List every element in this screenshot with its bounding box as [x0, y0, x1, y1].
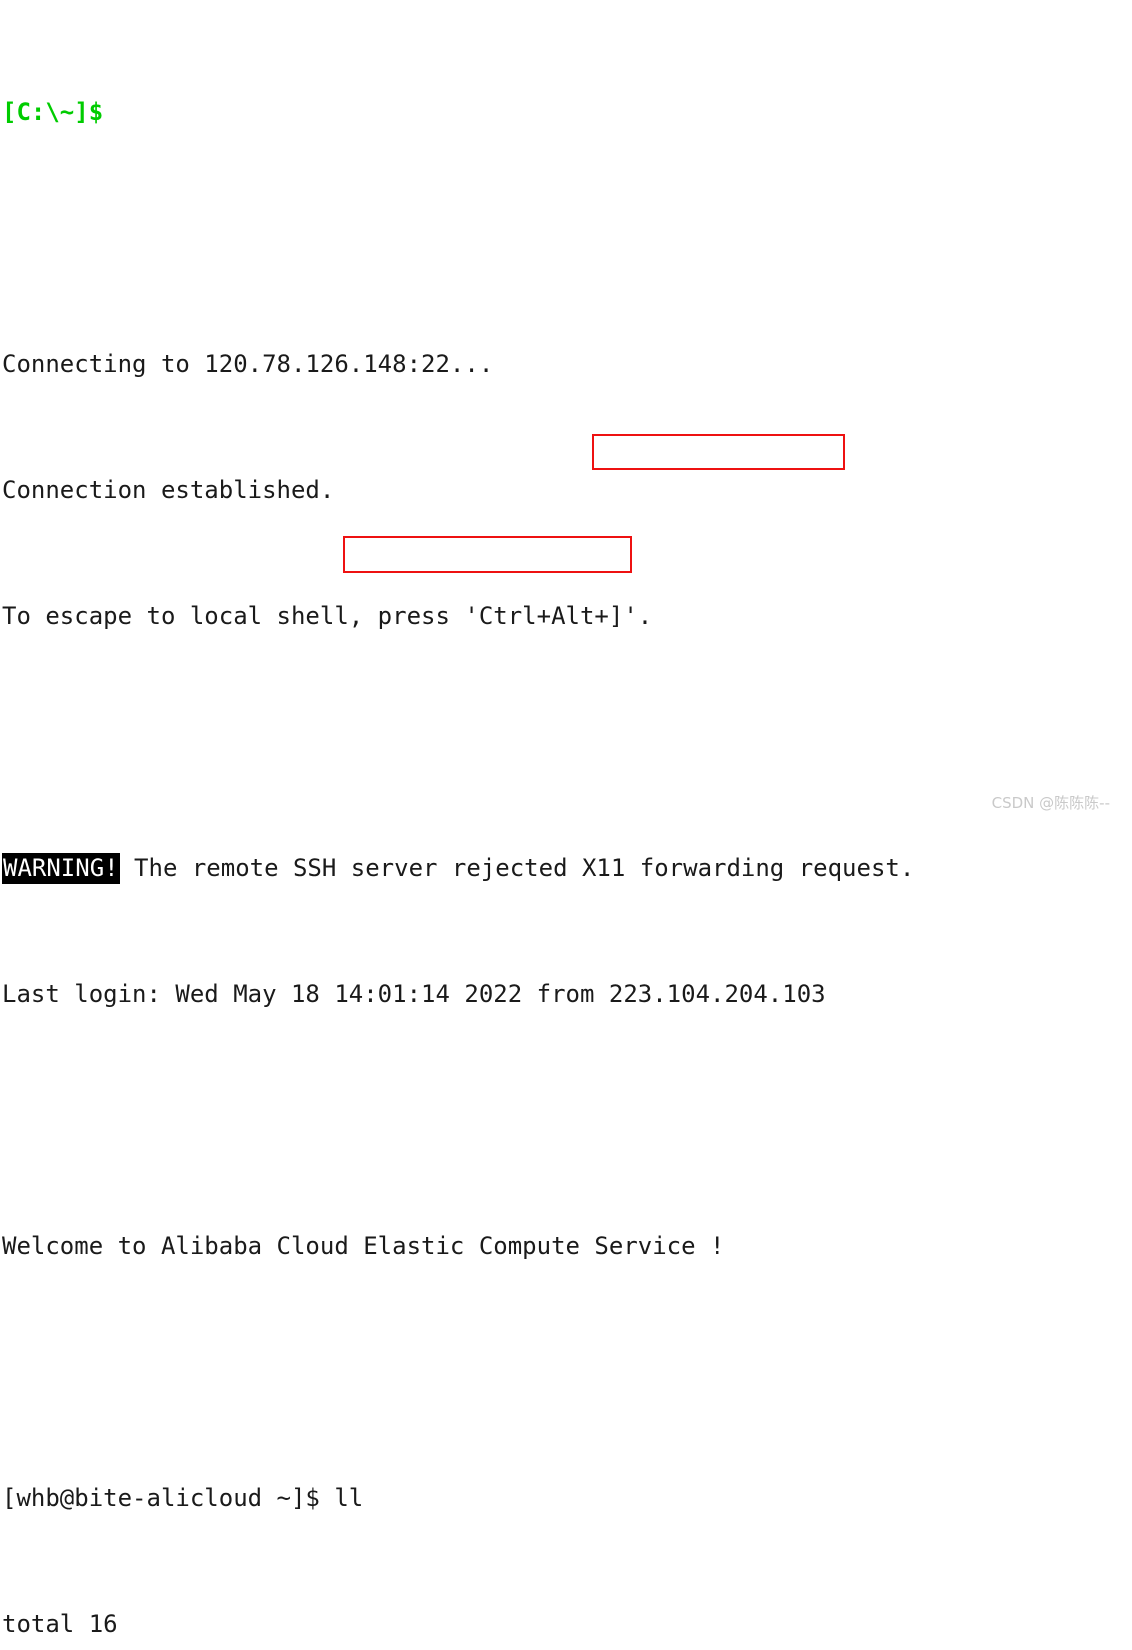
- shell-prompt-ll: [whb@bite-alicloud ~]$: [2, 1483, 335, 1512]
- welcome-line: Welcome to Alibaba Cloud Elastic Compute…: [0, 1231, 1132, 1263]
- last-login-line: Last login: Wed May 18 14:01:14 2022 fro…: [0, 979, 1132, 1011]
- warning-message: The remote SSH server rejected X11 forwa…: [119, 853, 915, 882]
- warning-line: WARNING! The remote SSH server rejected …: [0, 852, 1132, 885]
- local-shell-prompt: [C:\~]$: [2, 97, 104, 126]
- csdn-watermark: CSDN @陈陈陈--: [991, 794, 1110, 812]
- escape-hint-line: To escape to local shell, press 'Ctrl+Al…: [0, 601, 1132, 633]
- welcome-text: Welcome to Alibaba Cloud Elastic Compute…: [2, 1231, 725, 1260]
- connection-established-text: Connection established.: [2, 475, 335, 504]
- connection-established-line: Connection established.: [0, 475, 1132, 507]
- ll-command-text: ll: [334, 1483, 364, 1512]
- ll-command-line: [whb@bite-alicloud ~]$ ll: [0, 1483, 1132, 1515]
- local-shell-prompt-line: [C:\~]$: [0, 97, 1132, 129]
- escape-hint-text: To escape to local shell, press 'Ctrl+Al…: [2, 601, 653, 630]
- last-login-text: Last login: Wed May 18 14:01:14 2022 fro…: [2, 979, 826, 1008]
- connecting-line: Connecting to 120.78.126.148:22...: [0, 349, 1132, 381]
- terminal-output[interactable]: [C:\~]$ Connecting to 120.78.126.148:22.…: [0, 0, 1132, 1638]
- ll-total-text: total 16: [2, 1609, 118, 1638]
- connecting-text: Connecting to 120.78.126.148:22...: [2, 349, 494, 378]
- ll-total-line: total 16: [0, 1609, 1132, 1641]
- warning-badge: WARNING!: [2, 852, 120, 884]
